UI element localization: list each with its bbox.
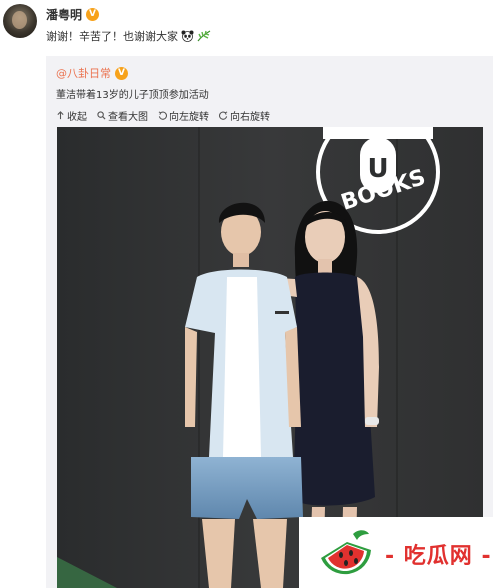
post-author[interactable]: 潘粤明 V bbox=[46, 6, 100, 23]
leaf-emoji bbox=[197, 30, 211, 42]
collapse-label: 收起 bbox=[67, 112, 87, 123]
image-toolbar: 收起 查看大图 向左旋转 向右旋转 bbox=[56, 108, 270, 123]
repost-card: @八卦日常 V 董洁带着13岁的儿子顶顶参加活动 收起 查看大图 向左旋转 向右… bbox=[46, 56, 493, 588]
author-name[interactable]: 潘粤明 bbox=[46, 6, 82, 23]
site-watermark: - 吃瓜网 - bbox=[299, 517, 499, 588]
post-text-content: 谢谢！辛苦了！也谢谢大家 bbox=[46, 30, 178, 43]
verified-icon: V bbox=[86, 8, 100, 21]
search-icon bbox=[97, 111, 106, 120]
view-large-button[interactable]: 查看大图 bbox=[97, 108, 148, 123]
repost-text: 董洁带着13岁的儿子顶顶参加活动 bbox=[56, 90, 209, 101]
rotate-left-button[interactable]: 向左旋转 bbox=[158, 108, 209, 123]
rotate-left-icon bbox=[158, 111, 167, 120]
weibo-post: 潘粤明 V 谢谢！辛苦了！也谢谢大家 @八卦日常 V 董洁带着13岁的儿子顶顶参… bbox=[0, 0, 499, 588]
view-large-label: 查看大图 bbox=[108, 112, 148, 123]
rotate-left-label: 向左旋转 bbox=[169, 112, 209, 123]
verified-icon: V bbox=[115, 66, 128, 80]
rotate-right-button[interactable]: 向右旋转 bbox=[219, 108, 270, 123]
collapse-icon bbox=[57, 111, 64, 120]
post-text: 谢谢！辛苦了！也谢谢大家 bbox=[46, 28, 211, 44]
watermelon-logo-icon bbox=[321, 530, 371, 575]
rotate-right-label: 向右旋转 bbox=[230, 112, 270, 123]
rotate-right-icon bbox=[219, 111, 228, 120]
panda-emoji bbox=[181, 30, 194, 42]
author-avatar[interactable] bbox=[3, 4, 37, 38]
collapse-button[interactable]: 收起 bbox=[56, 108, 87, 123]
watermark-text: - 吃瓜网 - bbox=[385, 544, 492, 569]
repost-author[interactable]: @八卦日常 V bbox=[56, 65, 128, 81]
repost-author-name[interactable]: @八卦日常 bbox=[56, 65, 111, 81]
